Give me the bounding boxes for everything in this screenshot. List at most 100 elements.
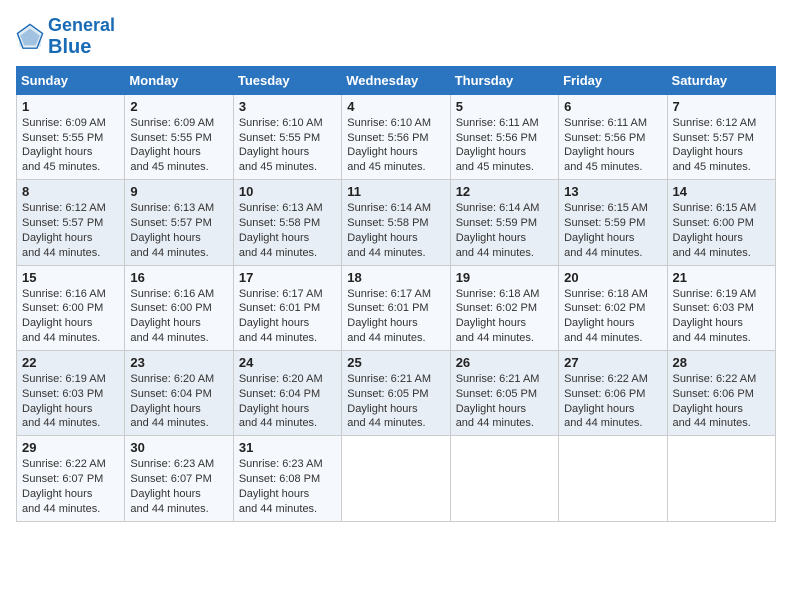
day-info: Sunrise: 6:20 AM Sunset: 6:04 PM Dayligh… bbox=[239, 372, 336, 431]
calendar-cell bbox=[450, 436, 558, 521]
day-number: 28 bbox=[673, 355, 770, 370]
calendar-cell: 12 Sunrise: 6:14 AM Sunset: 5:59 PM Dayl… bbox=[450, 180, 558, 265]
day-number: 23 bbox=[130, 355, 227, 370]
calendar-cell: 25 Sunrise: 6:21 AM Sunset: 6:05 PM Dayl… bbox=[342, 350, 450, 435]
calendar-week-row: 29 Sunrise: 6:22 AM Sunset: 6:07 PM Dayl… bbox=[17, 436, 776, 521]
calendar-cell: 23 Sunrise: 6:20 AM Sunset: 6:04 PM Dayl… bbox=[125, 350, 233, 435]
calendar-day-header: Saturday bbox=[667, 66, 775, 94]
day-number: 29 bbox=[22, 440, 119, 455]
day-number: 22 bbox=[22, 355, 119, 370]
calendar-cell: 9 Sunrise: 6:13 AM Sunset: 5:57 PM Dayli… bbox=[125, 180, 233, 265]
calendar-cell: 6 Sunrise: 6:11 AM Sunset: 5:56 PM Dayli… bbox=[559, 94, 667, 179]
day-number: 18 bbox=[347, 270, 444, 285]
calendar-day-header: Monday bbox=[125, 66, 233, 94]
day-info: Sunrise: 6:15 AM Sunset: 6:00 PM Dayligh… bbox=[673, 201, 770, 260]
day-number: 7 bbox=[673, 99, 770, 114]
day-number: 16 bbox=[130, 270, 227, 285]
calendar-cell: 31 Sunrise: 6:23 AM Sunset: 6:08 PM Dayl… bbox=[233, 436, 341, 521]
calendar-cell bbox=[342, 436, 450, 521]
day-info: Sunrise: 6:19 AM Sunset: 6:03 PM Dayligh… bbox=[673, 287, 770, 346]
day-info: Sunrise: 6:17 AM Sunset: 6:01 PM Dayligh… bbox=[347, 287, 444, 346]
calendar-cell: 3 Sunrise: 6:10 AM Sunset: 5:55 PM Dayli… bbox=[233, 94, 341, 179]
day-number: 25 bbox=[347, 355, 444, 370]
day-number: 6 bbox=[564, 99, 661, 114]
calendar-cell: 24 Sunrise: 6:20 AM Sunset: 6:04 PM Dayl… bbox=[233, 350, 341, 435]
calendar-cell: 4 Sunrise: 6:10 AM Sunset: 5:56 PM Dayli… bbox=[342, 94, 450, 179]
day-number: 15 bbox=[22, 270, 119, 285]
day-number: 27 bbox=[564, 355, 661, 370]
day-info: Sunrise: 6:22 AM Sunset: 6:07 PM Dayligh… bbox=[22, 457, 119, 516]
day-info: Sunrise: 6:09 AM Sunset: 5:55 PM Dayligh… bbox=[22, 116, 119, 175]
calendar-cell: 20 Sunrise: 6:18 AM Sunset: 6:02 PM Dayl… bbox=[559, 265, 667, 350]
day-number: 13 bbox=[564, 184, 661, 199]
day-info: Sunrise: 6:16 AM Sunset: 6:00 PM Dayligh… bbox=[22, 287, 119, 346]
calendar-cell: 21 Sunrise: 6:19 AM Sunset: 6:03 PM Dayl… bbox=[667, 265, 775, 350]
day-info: Sunrise: 6:12 AM Sunset: 5:57 PM Dayligh… bbox=[22, 201, 119, 260]
page-header: General Blue bbox=[16, 16, 776, 58]
day-number: 19 bbox=[456, 270, 553, 285]
day-number: 17 bbox=[239, 270, 336, 285]
calendar-day-header: Tuesday bbox=[233, 66, 341, 94]
day-number: 20 bbox=[564, 270, 661, 285]
day-number: 2 bbox=[130, 99, 227, 114]
calendar-cell: 7 Sunrise: 6:12 AM Sunset: 5:57 PM Dayli… bbox=[667, 94, 775, 179]
day-number: 30 bbox=[130, 440, 227, 455]
day-info: Sunrise: 6:14 AM Sunset: 5:59 PM Dayligh… bbox=[456, 201, 553, 260]
day-info: Sunrise: 6:18 AM Sunset: 6:02 PM Dayligh… bbox=[564, 287, 661, 346]
day-info: Sunrise: 6:12 AM Sunset: 5:57 PM Dayligh… bbox=[673, 116, 770, 175]
day-number: 9 bbox=[130, 184, 227, 199]
day-info: Sunrise: 6:23 AM Sunset: 6:07 PM Dayligh… bbox=[130, 457, 227, 516]
day-info: Sunrise: 6:21 AM Sunset: 6:05 PM Dayligh… bbox=[347, 372, 444, 431]
calendar-cell: 28 Sunrise: 6:22 AM Sunset: 6:06 PM Dayl… bbox=[667, 350, 775, 435]
day-info: Sunrise: 6:20 AM Sunset: 6:04 PM Dayligh… bbox=[130, 372, 227, 431]
day-number: 12 bbox=[456, 184, 553, 199]
calendar-cell: 30 Sunrise: 6:23 AM Sunset: 6:07 PM Dayl… bbox=[125, 436, 233, 521]
calendar-cell: 11 Sunrise: 6:14 AM Sunset: 5:58 PM Dayl… bbox=[342, 180, 450, 265]
day-info: Sunrise: 6:22 AM Sunset: 6:06 PM Dayligh… bbox=[564, 372, 661, 431]
calendar-cell: 8 Sunrise: 6:12 AM Sunset: 5:57 PM Dayli… bbox=[17, 180, 125, 265]
day-info: Sunrise: 6:15 AM Sunset: 5:59 PM Dayligh… bbox=[564, 201, 661, 260]
calendar-cell: 22 Sunrise: 6:19 AM Sunset: 6:03 PM Dayl… bbox=[17, 350, 125, 435]
logo: General Blue bbox=[16, 16, 115, 58]
calendar-table: SundayMondayTuesdayWednesdayThursdayFrid… bbox=[16, 66, 776, 522]
calendar-cell: 17 Sunrise: 6:17 AM Sunset: 6:01 PM Dayl… bbox=[233, 265, 341, 350]
day-number: 14 bbox=[673, 184, 770, 199]
logo-general: General bbox=[48, 15, 115, 35]
day-info: Sunrise: 6:18 AM Sunset: 6:02 PM Dayligh… bbox=[456, 287, 553, 346]
calendar-cell bbox=[667, 436, 775, 521]
day-info: Sunrise: 6:19 AM Sunset: 6:03 PM Dayligh… bbox=[22, 372, 119, 431]
day-number: 1 bbox=[22, 99, 119, 114]
day-number: 3 bbox=[239, 99, 336, 114]
day-info: Sunrise: 6:11 AM Sunset: 5:56 PM Dayligh… bbox=[564, 116, 661, 175]
calendar-cell bbox=[559, 436, 667, 521]
day-info: Sunrise: 6:10 AM Sunset: 5:55 PM Dayligh… bbox=[239, 116, 336, 175]
day-info: Sunrise: 6:22 AM Sunset: 6:06 PM Dayligh… bbox=[673, 372, 770, 431]
day-info: Sunrise: 6:14 AM Sunset: 5:58 PM Dayligh… bbox=[347, 201, 444, 260]
day-info: Sunrise: 6:17 AM Sunset: 6:01 PM Dayligh… bbox=[239, 287, 336, 346]
calendar-cell: 19 Sunrise: 6:18 AM Sunset: 6:02 PM Dayl… bbox=[450, 265, 558, 350]
day-info: Sunrise: 6:16 AM Sunset: 6:00 PM Dayligh… bbox=[130, 287, 227, 346]
calendar-cell: 29 Sunrise: 6:22 AM Sunset: 6:07 PM Dayl… bbox=[17, 436, 125, 521]
calendar-day-header: Wednesday bbox=[342, 66, 450, 94]
calendar-body: 1 Sunrise: 6:09 AM Sunset: 5:55 PM Dayli… bbox=[17, 94, 776, 521]
day-info: Sunrise: 6:10 AM Sunset: 5:56 PM Dayligh… bbox=[347, 116, 444, 175]
calendar-week-row: 1 Sunrise: 6:09 AM Sunset: 5:55 PM Dayli… bbox=[17, 94, 776, 179]
calendar-cell: 26 Sunrise: 6:21 AM Sunset: 6:05 PM Dayl… bbox=[450, 350, 558, 435]
day-info: Sunrise: 6:13 AM Sunset: 5:58 PM Dayligh… bbox=[239, 201, 336, 260]
calendar-day-header: Thursday bbox=[450, 66, 558, 94]
day-info: Sunrise: 6:09 AM Sunset: 5:55 PM Dayligh… bbox=[130, 116, 227, 175]
calendar-week-row: 15 Sunrise: 6:16 AM Sunset: 6:00 PM Dayl… bbox=[17, 265, 776, 350]
calendar-cell: 13 Sunrise: 6:15 AM Sunset: 5:59 PM Dayl… bbox=[559, 180, 667, 265]
day-number: 10 bbox=[239, 184, 336, 199]
calendar-cell: 16 Sunrise: 6:16 AM Sunset: 6:00 PM Dayl… bbox=[125, 265, 233, 350]
day-info: Sunrise: 6:11 AM Sunset: 5:56 PM Dayligh… bbox=[456, 116, 553, 175]
calendar-week-row: 22 Sunrise: 6:19 AM Sunset: 6:03 PM Dayl… bbox=[17, 350, 776, 435]
logo-text: General Blue bbox=[48, 16, 115, 58]
day-number: 11 bbox=[347, 184, 444, 199]
calendar-cell: 1 Sunrise: 6:09 AM Sunset: 5:55 PM Dayli… bbox=[17, 94, 125, 179]
calendar-cell: 2 Sunrise: 6:09 AM Sunset: 5:55 PM Dayli… bbox=[125, 94, 233, 179]
calendar-cell: 10 Sunrise: 6:13 AM Sunset: 5:58 PM Dayl… bbox=[233, 180, 341, 265]
day-number: 21 bbox=[673, 270, 770, 285]
calendar-day-header: Sunday bbox=[17, 66, 125, 94]
calendar-cell: 15 Sunrise: 6:16 AM Sunset: 6:00 PM Dayl… bbox=[17, 265, 125, 350]
